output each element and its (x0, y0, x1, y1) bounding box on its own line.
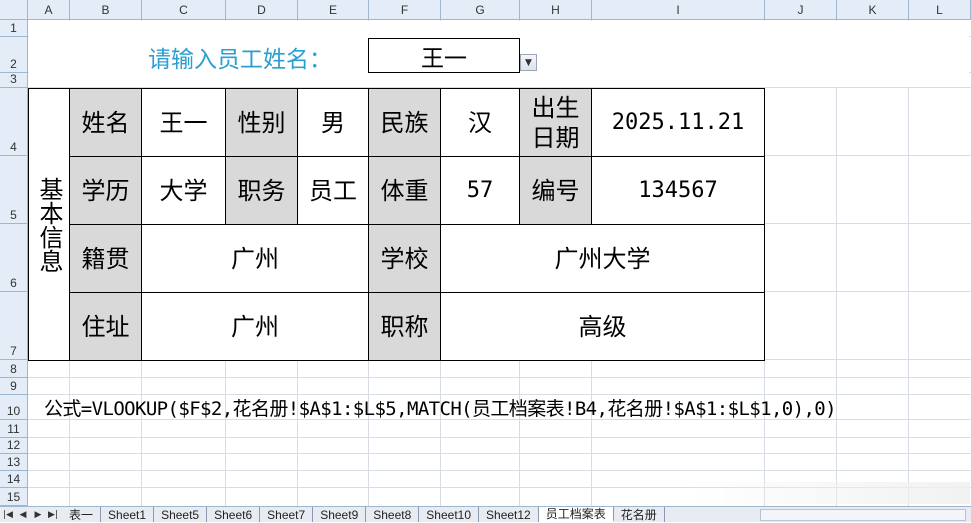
column-header[interactable]: D (226, 0, 298, 20)
row-header[interactable]: 12 (0, 438, 28, 454)
position-label: 职务 (225, 156, 298, 225)
education-label: 学历 (69, 156, 142, 225)
ethnicity-label: 民族 (368, 88, 441, 157)
first-sheet-icon[interactable]: |◀ (2, 510, 14, 520)
address-label: 住址 (69, 292, 142, 361)
title-label: 职称 (368, 292, 441, 361)
column-header[interactable]: C (142, 0, 226, 20)
column-header[interactable]: L (909, 0, 971, 20)
last-sheet-icon[interactable]: ▶| (47, 510, 59, 520)
id-label: 编号 (519, 156, 592, 225)
sheet-tabs: 表一 Sheet1 Sheet5 Sheet6 Sheet7 Sheet9 Sheet8 Sh… (62, 507, 665, 523)
school-label: 学校 (368, 224, 441, 293)
gender-label: 性别 (225, 88, 298, 157)
row-header[interactable]: 14 (0, 471, 28, 488)
row-header[interactable]: 11 (0, 420, 28, 438)
row-header[interactable]: 8 (0, 360, 28, 378)
sheet-tab[interactable]: Sheet9 (313, 507, 367, 522)
address-value[interactable]: 广州 (141, 292, 369, 361)
gender-value[interactable]: 男 (297, 88, 369, 157)
row-header[interactable]: 2 (0, 37, 28, 73)
gridline-horizontal (28, 470, 971, 471)
row-header[interactable]: 3 (0, 72, 28, 88)
position-value[interactable]: 员工 (297, 156, 369, 225)
sheet-nav: |◀ ◀ ▶ ▶| (2, 507, 59, 523)
id-value[interactable]: 134567 (591, 156, 765, 225)
row-header[interactable]: 10 (0, 395, 28, 420)
row-header[interactable]: 15 (0, 488, 28, 506)
row-header[interactable]: 7 (0, 292, 28, 360)
sheet-tab[interactable]: 花名册 (613, 507, 665, 522)
overlay-strip (690, 482, 970, 504)
sheet-tab-bar: |◀ ◀ ▶ ▶| 表一 Sheet1 Sheet5 Sheet6 Sheet7 Shee… (0, 506, 971, 522)
row-header[interactable]: 4 (0, 88, 28, 156)
gridline-horizontal (28, 377, 971, 378)
sheet-tab[interactable]: Sheet10 (419, 507, 480, 522)
gridline-horizontal (28, 437, 971, 438)
birth-label: 出生 日期 (519, 88, 592, 157)
gridline-horizontal (28, 453, 971, 454)
ethnicity-value[interactable]: 汉 (440, 88, 520, 157)
hometown-value[interactable]: 广州 (141, 224, 369, 293)
row-header[interactable]: 5 (0, 156, 28, 224)
sheet-tab[interactable]: Sheet8 (366, 507, 420, 522)
formula-text[interactable]: 公式=VLOOKUP($F$2,花名册!$A$1:$L$5,MATCH(员工档案… (44, 394, 837, 421)
horizontal-scrollbar[interactable] (760, 509, 966, 521)
row-header[interactable]: 9 (0, 378, 28, 395)
education-value[interactable]: 大学 (141, 156, 226, 225)
row-header[interactable]: 1 (0, 20, 28, 37)
weight-label: 体重 (368, 156, 441, 225)
sheet-tab[interactable]: 表一 (62, 507, 102, 522)
name-value[interactable]: 王一 (141, 88, 226, 157)
next-sheet-icon[interactable]: ▶ (32, 510, 44, 520)
sheet-tab[interactable]: Sheet12 (479, 507, 539, 522)
employee-name-prompt: 请输入员工姓名： (148, 47, 332, 73)
employee-name-input[interactable]: 王一 (368, 38, 520, 73)
hometown-label: 籍贯 (69, 224, 142, 293)
sheet-tab[interactable]: Sheet5 (154, 507, 208, 522)
school-value[interactable]: 广州大学 (440, 224, 765, 293)
column-header[interactable]: A (28, 0, 70, 20)
sheet-tab[interactable]: Sheet7 (260, 507, 314, 522)
column-header[interactable]: F (369, 0, 441, 20)
basic-info-label: 基本信息 (28, 88, 70, 361)
weight-value[interactable]: 57 (440, 156, 520, 225)
prev-sheet-icon[interactable]: ◀ (17, 510, 29, 520)
gridline-vertical (908, 20, 909, 506)
sheet-tab[interactable]: Sheet6 (207, 507, 261, 522)
title-value[interactable]: 高级 (440, 292, 765, 361)
column-header[interactable]: H (520, 0, 592, 20)
column-header[interactable]: E (298, 0, 369, 20)
column-header[interactable]: J (765, 0, 837, 20)
sheet-tab[interactable]: Sheet1 (101, 507, 155, 522)
chevron-down-icon[interactable]: ▼ (520, 54, 537, 71)
gridline-vertical (836, 20, 837, 506)
column-header[interactable]: G (441, 0, 520, 20)
column-header[interactable]: I (592, 0, 765, 20)
birth-value[interactable]: 2025.11.21 (591, 88, 765, 157)
sheet-tab[interactable]: 员工档案表 (538, 507, 614, 522)
row-header[interactable]: 13 (0, 454, 28, 471)
select-all-corner[interactable] (0, 0, 28, 20)
column-header[interactable]: K (837, 0, 909, 20)
name-label: 姓名 (69, 88, 142, 157)
row-header[interactable]: 6 (0, 224, 28, 292)
column-header[interactable]: B (70, 0, 142, 20)
